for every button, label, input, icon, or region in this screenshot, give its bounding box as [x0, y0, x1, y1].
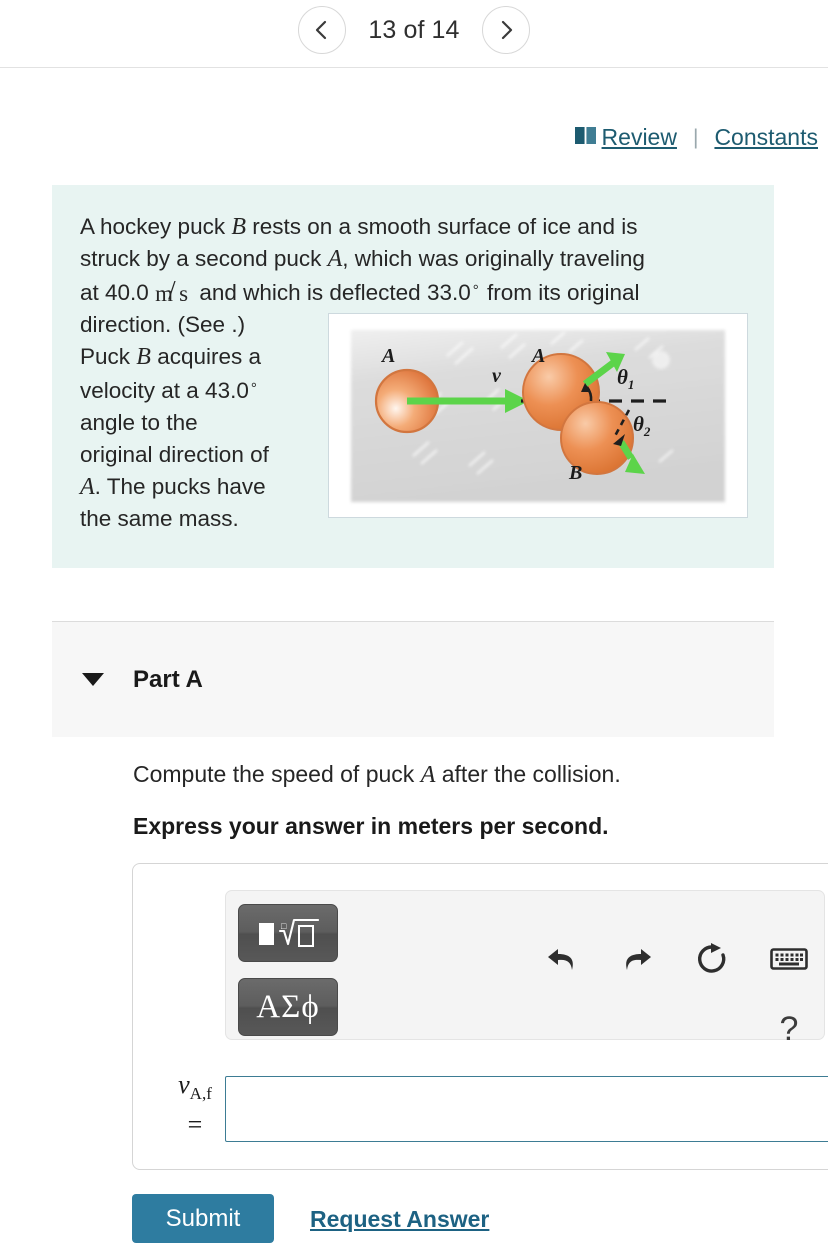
var-A-1: A [327, 246, 343, 272]
problem-line-1b: rests on a smooth surface of ice and is [246, 214, 638, 239]
reset-icon [697, 943, 726, 973]
next-page-button[interactable] [481, 6, 530, 54]
chevron-right-icon [501, 20, 512, 40]
problem-line-3c: from its original [480, 280, 640, 305]
problem-line-10: the same mass. [80, 506, 239, 531]
svg-text:□: □ [281, 921, 287, 931]
figure-label-A-left: A [380, 345, 395, 367]
undo-icon [548, 949, 573, 970]
problem-line-1a: A hockey puck [80, 214, 232, 239]
problem-line-7: angle to the [80, 410, 198, 435]
submit-button[interactable]: Submit [132, 1194, 274, 1243]
problem-line-9: . The pucks have [94, 474, 266, 499]
keyboard-button[interactable] [763, 933, 815, 985]
request-answer-link[interactable]: Request Answer [310, 1206, 489, 1233]
problem-line-5b: acquires a [150, 344, 262, 369]
resource-links-bar: Review | Constants [574, 124, 818, 151]
figure-label-B: B [568, 462, 582, 484]
figure-label-A-right: A [530, 345, 545, 367]
degree-symbol-2: ° [250, 380, 257, 397]
degree-symbol-1: ° [472, 282, 479, 299]
problem-line-6: velocity at a 43.0 [80, 378, 249, 403]
math-template-button[interactable]: □ [238, 904, 338, 962]
problem-line-3b: and which is deflected 33.0 [193, 280, 471, 305]
caret-down-icon[interactable] [82, 673, 104, 686]
math-toolbar: □ ΑΣϕ ? [225, 890, 825, 1048]
figure-container[interactable]: A v A B θ1 θ2 [328, 313, 748, 518]
answer-card: □ ΑΣϕ ? vA,f = [132, 863, 828, 1170]
var-A-2: A [80, 474, 95, 500]
unit-denominator: s [179, 280, 189, 306]
redo-icon [626, 949, 651, 970]
answer-format-instruction: Express your answer in meters per second… [133, 813, 609, 839]
problem-line-5a: Puck [80, 344, 137, 369]
redo-button[interactable] [611, 933, 663, 985]
book-icon [574, 124, 598, 151]
keyboard-icon [770, 948, 808, 970]
question-var-A: A [420, 762, 436, 788]
problem-line-2a: struck by a second puck [80, 246, 328, 271]
variable-subscript: A,f [189, 1084, 212, 1104]
part-a-title: Part A [133, 665, 203, 693]
figure-label-v: v [492, 365, 502, 387]
problem-line-3a: at 40.0 [80, 280, 156, 305]
greek-symbols-button[interactable]: ΑΣϕ [238, 978, 338, 1036]
reset-button[interactable] [686, 933, 738, 985]
equals-sign: = [187, 1110, 203, 1140]
answer-input[interactable] [225, 1076, 828, 1142]
part-a-section-header[interactable]: Part A [52, 621, 774, 737]
variable-v: v [178, 1070, 190, 1099]
problem-line-2b: , which was originally traveling [342, 246, 645, 271]
prev-page-button[interactable] [298, 6, 347, 54]
var-B-1: B [231, 214, 247, 240]
constants-link[interactable]: Constants [714, 124, 818, 151]
help-button[interactable]: ? [763, 1003, 815, 1055]
page-counter: 13 of 14 [368, 15, 460, 44]
review-link[interactable]: Review [602, 124, 677, 151]
unit-meters-per-second: m / s [155, 275, 193, 306]
question-prompt-a: Compute the speed of puck [133, 761, 421, 787]
unit-slash: / [168, 274, 176, 305]
question-prompt-b: after the collision. [435, 761, 621, 787]
math-template-icon: □ [259, 918, 319, 947]
chevron-left-icon [316, 20, 327, 40]
undo-button[interactable] [536, 933, 588, 985]
top-navigation-bar: 13 of 14 [0, 0, 828, 68]
link-separator: | [692, 125, 699, 149]
var-B-2: B [136, 344, 151, 370]
page-navigation-group: 13 of 14 [0, 0, 828, 60]
answer-variable-symbol: vA,f [160, 1069, 230, 1109]
collision-diagram: A v A B θ1 θ2 [329, 314, 747, 517]
answer-variable-label: vA,f = [160, 1069, 230, 1140]
question-prompt: Compute the speed of puck A after the co… [133, 761, 823, 789]
problem-line-8: original direction of [80, 442, 269, 467]
problem-line-4: direction. (See .) [80, 312, 246, 337]
